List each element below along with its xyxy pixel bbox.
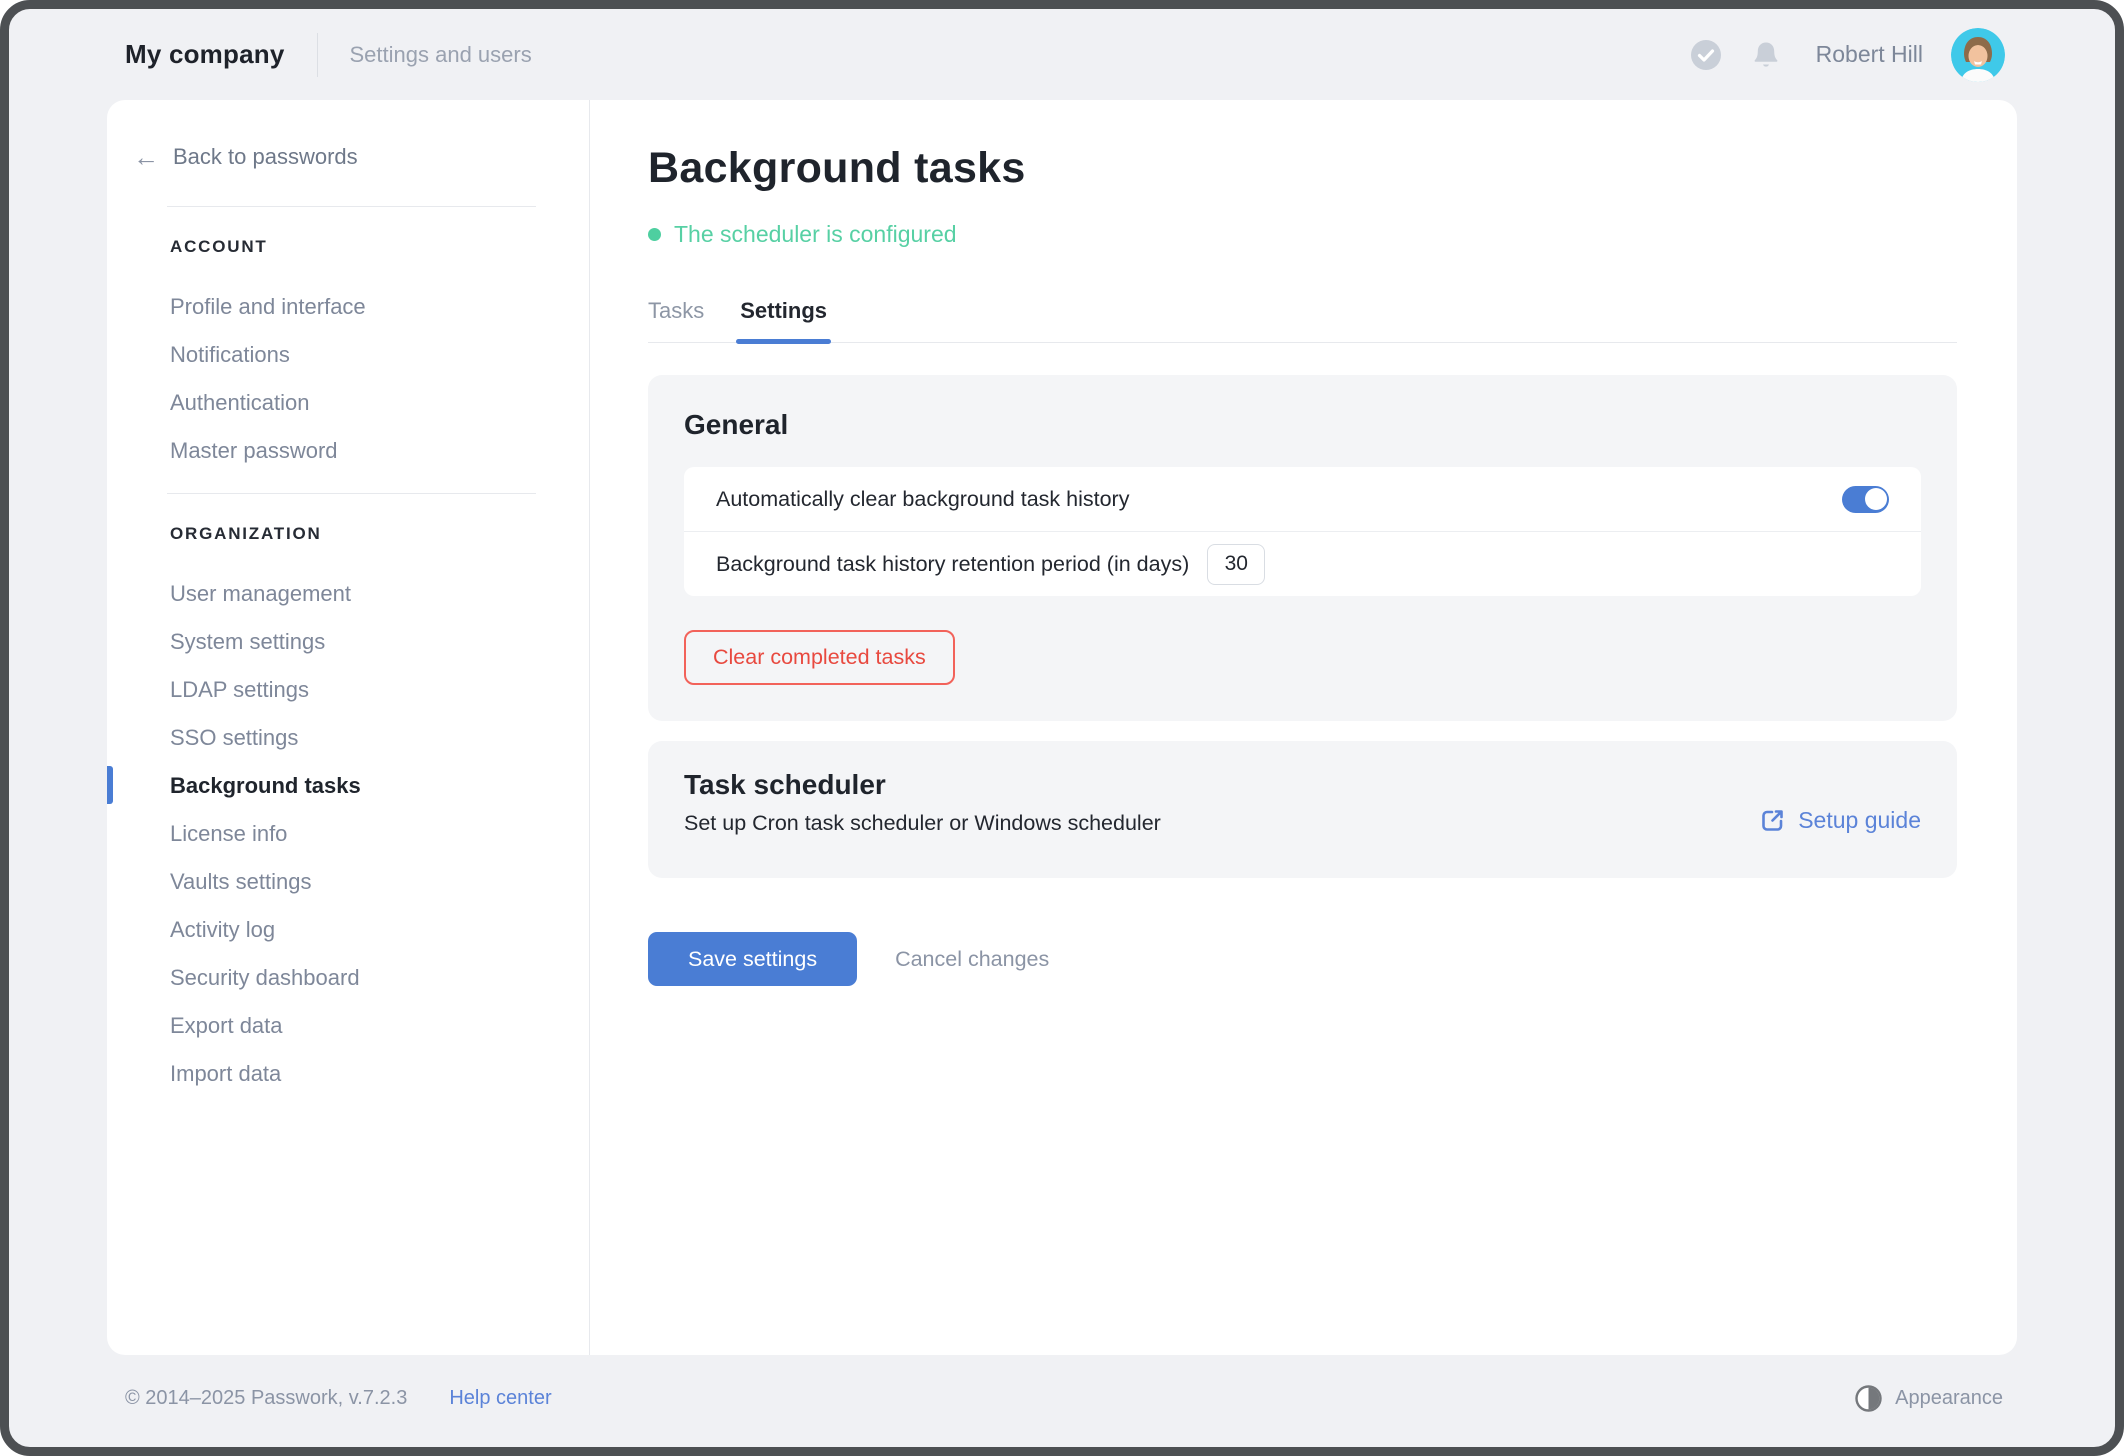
cancel-changes-button[interactable]: Cancel changes — [895, 947, 1049, 972]
sidebar-item-export-data[interactable]: Export data — [107, 1002, 589, 1050]
external-link-icon — [1759, 807, 1786, 834]
auto-clear-toggle[interactable] — [1842, 486, 1889, 513]
check-circle-icon[interactable] — [1690, 39, 1722, 71]
settings-sidebar: ← Back to passwords ACCOUNT Profile and … — [107, 100, 590, 1355]
footer-left: © 2014–2025 Passwork, v.7.2.3 Help cente… — [125, 1387, 552, 1410]
tab-tasks[interactable]: Tasks — [648, 298, 704, 342]
back-label: Back to passwords — [173, 144, 358, 170]
sidebar-divider — [167, 206, 536, 207]
company-name: My company — [125, 39, 285, 70]
app-window: My company Settings and users Robert Hil… — [0, 0, 2124, 1456]
general-heading: General — [684, 409, 1921, 441]
status-dot-icon — [648, 228, 661, 241]
sidebar-item-system-settings[interactable]: System settings — [107, 618, 589, 666]
retention-period-input[interactable] — [1207, 544, 1265, 585]
sidebar-item-sso-settings[interactable]: SSO settings — [107, 714, 589, 762]
form-actions: Save settings Cancel changes — [648, 932, 1957, 986]
retention-period-label: Background task history retention period… — [716, 552, 1189, 577]
main-content: Background tasks The scheduler is config… — [590, 100, 2017, 1355]
appearance-label: Appearance — [1895, 1387, 2003, 1410]
tab-settings[interactable]: Settings — [740, 298, 827, 342]
general-section: General Automatically clear background t… — [648, 375, 1957, 721]
appearance-control[interactable]: Appearance — [1855, 1385, 2003, 1412]
sidebar-section-account: ACCOUNT — [170, 237, 589, 257]
sidebar-item-user-management[interactable]: User management — [107, 570, 589, 618]
sidebar-item-license-info[interactable]: License info — [107, 810, 589, 858]
general-settings-box: Automatically clear background task hist… — [684, 467, 1921, 596]
help-center-link[interactable]: Help center — [449, 1387, 551, 1410]
sidebar-item-ldap-settings[interactable]: LDAP settings — [107, 666, 589, 714]
task-scheduler-section: Task scheduler Set up Cron task schedule… — [648, 741, 1957, 878]
sidebar-item-profile-and-interface[interactable]: Profile and interface — [107, 283, 589, 331]
setup-guide-link[interactable]: Setup guide — [1759, 807, 1921, 834]
copyright-text: © 2014–2025 Passwork, v.7.2.3 — [125, 1387, 407, 1410]
content-panel: ← Back to passwords ACCOUNT Profile and … — [107, 100, 2017, 1355]
clear-completed-tasks-button[interactable]: Clear completed tasks — [684, 630, 955, 685]
sidebar-item-security-dashboard[interactable]: Security dashboard — [107, 954, 589, 1002]
auto-clear-label: Automatically clear background task hist… — [716, 487, 1129, 512]
task-scheduler-text: Task scheduler Set up Cron task schedule… — [684, 769, 1161, 836]
sidebar-item-import-data[interactable]: Import data — [107, 1050, 589, 1098]
retention-period-row: Background task history retention period… — [684, 532, 1921, 596]
tab-bar: Tasks Settings — [648, 298, 1957, 343]
sidebar-divider — [167, 493, 536, 494]
bell-icon[interactable] — [1750, 39, 1782, 71]
sidebar-item-vaults-settings[interactable]: Vaults settings — [107, 858, 589, 906]
topbar-section-label: Settings and users — [350, 42, 532, 68]
appearance-icon — [1855, 1385, 1882, 1412]
topbar-divider — [317, 33, 318, 77]
status-text: The scheduler is configured — [674, 221, 957, 248]
topbar-right: Robert Hill — [1690, 28, 2005, 82]
footer: © 2014–2025 Passwork, v.7.2.3 Help cente… — [9, 1355, 2115, 1447]
sidebar-item-background-tasks[interactable]: Background tasks — [107, 762, 589, 810]
sidebar-item-authentication[interactable]: Authentication — [107, 379, 589, 427]
back-arrow-icon: ← — [133, 144, 159, 170]
save-settings-button[interactable]: Save settings — [648, 932, 857, 986]
user-name[interactable]: Robert Hill — [1816, 41, 1923, 68]
task-scheduler-description: Set up Cron task scheduler or Windows sc… — [684, 811, 1161, 836]
sidebar-item-activity-log[interactable]: Activity log — [107, 906, 589, 954]
task-scheduler-heading: Task scheduler — [684, 769, 1161, 801]
back-to-passwords-link[interactable]: ← Back to passwords — [133, 144, 589, 170]
sidebar-account-items: Profile and interface Notifications Auth… — [107, 283, 589, 475]
sidebar-item-master-password[interactable]: Master password — [107, 427, 589, 475]
topbar: My company Settings and users Robert Hil… — [9, 9, 2115, 100]
scheduler-status: The scheduler is configured — [648, 221, 1957, 248]
sidebar-item-notifications[interactable]: Notifications — [107, 331, 589, 379]
toggle-knob — [1865, 488, 1887, 510]
setup-guide-label: Setup guide — [1798, 807, 1921, 834]
auto-clear-row: Automatically clear background task hist… — [684, 467, 1921, 531]
avatar[interactable] — [1951, 28, 2005, 82]
sidebar-section-organization: ORGANIZATION — [170, 524, 589, 544]
page-title: Background tasks — [648, 144, 1957, 193]
sidebar-organization-items: User management System settings LDAP set… — [107, 570, 589, 1098]
